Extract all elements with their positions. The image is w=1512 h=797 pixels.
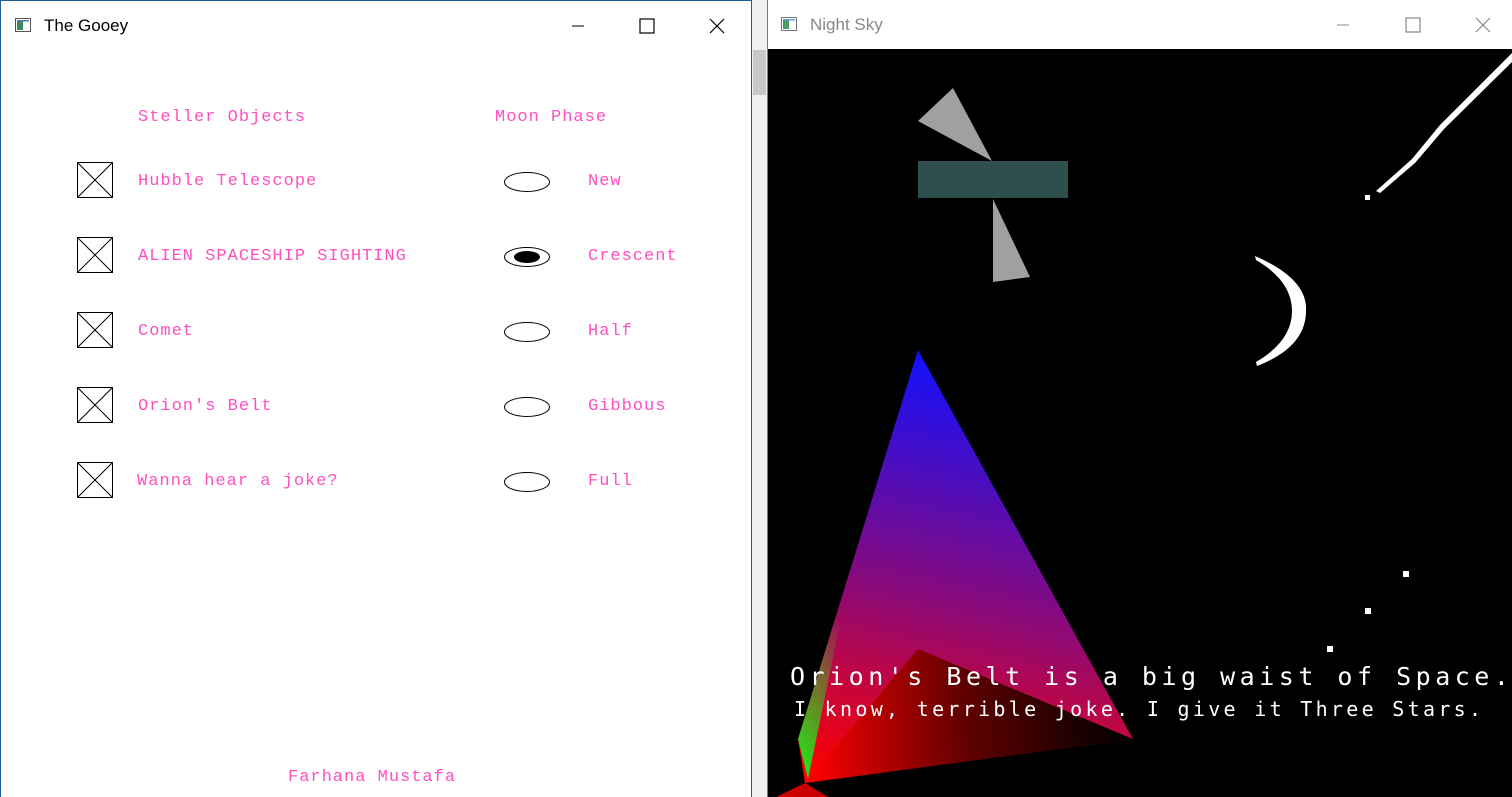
- checkbox-comet[interactable]: [77, 312, 113, 348]
- radio-half[interactable]: [504, 322, 550, 342]
- radio-crescent[interactable]: [504, 247, 550, 267]
- stellar-objects-header: Steller Objects: [138, 108, 307, 127]
- background-strip: [752, 0, 767, 797]
- triangle-tip: [776, 783, 828, 797]
- belt-star: [1365, 608, 1371, 614]
- maximize-icon: [1405, 16, 1421, 33]
- comet-head: [1365, 195, 1370, 200]
- checkbox-label: Comet: [138, 322, 195, 341]
- radio-label: Half: [588, 322, 633, 341]
- minimize-icon: [572, 25, 584, 26]
- checkbox-label: Hubble Telescope: [138, 172, 318, 191]
- comet: [1365, 53, 1512, 200]
- window-title: The Gooey: [44, 16, 129, 35]
- check-x-icon: [78, 388, 112, 422]
- checkbox-joke[interactable]: [77, 462, 113, 498]
- radio-label: Full: [588, 472, 633, 491]
- check-x-icon: [78, 463, 112, 497]
- joke-line-1: Orion's Belt is a big waist of Space.: [790, 662, 1512, 691]
- radio-full[interactable]: [504, 472, 550, 492]
- gooey-window: The Gooey Steller Objects Moon Phase Hub…: [0, 0, 752, 797]
- gradient-triangle: [776, 350, 1133, 797]
- checkbox-alien[interactable]: [77, 237, 113, 273]
- app-icon: [781, 17, 797, 31]
- checkbox-orion[interactable]: [77, 387, 113, 423]
- close-button[interactable]: [1448, 0, 1512, 49]
- radio-gibbous[interactable]: [504, 397, 550, 417]
- window-title: Night Sky: [810, 15, 883, 34]
- radio-label: New: [588, 172, 622, 191]
- maximize-icon: [639, 17, 655, 34]
- satellite-panel: [918, 161, 1068, 198]
- radio-new[interactable]: [504, 172, 550, 192]
- radio-label: Crescent: [588, 247, 678, 266]
- checkbox-label: ALIEN SPACESHIP SIGHTING: [138, 247, 407, 266]
- gooey-titlebar[interactable]: The Gooey: [1, 1, 751, 50]
- minimize-button[interactable]: [543, 1, 613, 50]
- joke-line-2: I know, terrible joke. I give it Three S…: [794, 697, 1485, 721]
- belt-star: [1327, 646, 1333, 652]
- check-x-icon: [78, 163, 112, 197]
- check-x-icon: [78, 238, 112, 272]
- app-icon: [15, 18, 31, 32]
- crescent-moon: [1255, 256, 1307, 366]
- comet-tail: [1376, 53, 1512, 193]
- maximize-button[interactable]: [612, 1, 682, 50]
- close-icon: [1475, 17, 1491, 32]
- maximize-button[interactable]: [1378, 0, 1448, 49]
- night-sky-canvas: Orion's Belt is a big waist of Space. I …: [768, 49, 1512, 797]
- night-sky-window: Night Sky Orion's Belt is a big waist of…: [767, 0, 1512, 797]
- belt-star: [1403, 571, 1409, 577]
- minimize-icon: [1337, 24, 1349, 25]
- close-button[interactable]: [682, 1, 752, 50]
- background-scrollbar-thumb: [753, 50, 766, 95]
- hubble-satellite: [918, 88, 1068, 282]
- check-x-icon: [78, 313, 112, 347]
- night-sky-titlebar[interactable]: Night Sky: [768, 0, 1512, 49]
- satellite-wing-bottom: [993, 199, 1030, 282]
- radio-label: Gibbous: [588, 397, 667, 416]
- close-icon: [709, 18, 725, 33]
- checkbox-label: Orion's Belt: [138, 397, 273, 416]
- minimize-button[interactable]: [1308, 0, 1378, 49]
- satellite-wing-top: [918, 88, 992, 161]
- author-credit: Farhana Mustafa: [288, 768, 457, 787]
- checkbox-hubble[interactable]: [77, 162, 113, 198]
- moon-phase-header: Moon Phase: [495, 108, 608, 127]
- checkbox-label: Wanna hear a joke?: [137, 472, 339, 491]
